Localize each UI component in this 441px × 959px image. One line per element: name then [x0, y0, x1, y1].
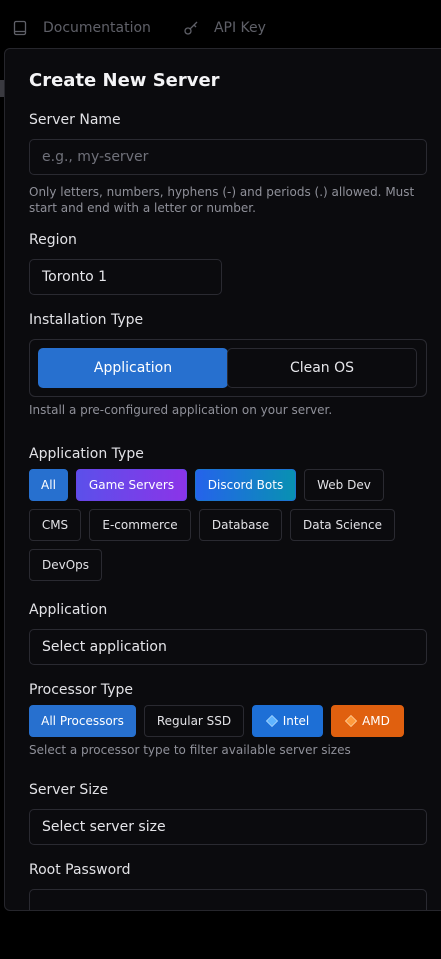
installation-type-toggle: Application Clean OS: [29, 339, 427, 397]
root-password-input[interactable]: [29, 889, 427, 910]
key-icon: [184, 21, 198, 35]
clean-os-option[interactable]: Clean OS: [227, 348, 417, 388]
chip-cms[interactable]: CMS: [29, 509, 81, 541]
installation-type-label: Installation Type: [29, 312, 144, 328]
chip-all-processors[interactable]: All Processors: [29, 705, 136, 737]
application-select[interactable]: Select application: [29, 629, 427, 665]
server-size-label: Server Size: [29, 782, 109, 798]
server-name-label: Server Name: [29, 112, 121, 128]
chip-web-dev[interactable]: Web Dev: [304, 469, 384, 501]
processor-type-label: Processor Type: [29, 682, 134, 698]
amd-diamond-icon: [345, 715, 358, 727]
server-size-select[interactable]: Select server size: [29, 809, 427, 845]
chip-regular-ssd[interactable]: Regular SSD: [144, 705, 244, 737]
chip-amd-label: AMD: [362, 714, 390, 728]
region-label: Region: [29, 232, 77, 248]
chip-devops[interactable]: DevOps: [29, 549, 102, 581]
application-option[interactable]: Application: [38, 348, 228, 388]
chip-intel-label: Intel: [282, 714, 310, 728]
chip-data-science[interactable]: Data Science: [290, 509, 395, 541]
chip-all[interactable]: All: [29, 469, 68, 501]
modal-title: Create New Server: [29, 70, 220, 91]
chip-database[interactable]: Database: [199, 509, 282, 541]
installation-type-help: Install a pre-configured application on …: [29, 403, 333, 417]
processor-type-help: Select a processor type to filter availa…: [29, 743, 351, 757]
chip-intel[interactable]: Intel: [252, 705, 323, 737]
chip-discord-bots[interactable]: Discord Bots: [195, 469, 296, 501]
create-server-modal: Create New Server Server Name e.g., my-s…: [4, 48, 441, 911]
server-name-help: Only letters, numbers, hyphens (-) and p…: [29, 185, 415, 215]
documentation-label: Documentation: [43, 20, 151, 36]
chip-game-servers[interactable]: Game Servers: [76, 469, 187, 501]
api-key-label: API Key: [213, 20, 266, 36]
region-select[interactable]: Toronto 1: [29, 259, 222, 295]
documentation-link[interactable]: Documentation: [12, 20, 151, 36]
intel-diamond-icon: [265, 715, 278, 727]
application-type-label: Application Type: [29, 446, 144, 462]
root-password-label: Root Password: [29, 862, 131, 878]
application-label: Application: [29, 602, 108, 618]
chip-e-commerce[interactable]: E-commerce: [89, 509, 191, 541]
book-icon: [13, 20, 27, 36]
api-key-link[interactable]: API Key: [183, 20, 266, 36]
server-name-input[interactable]: e.g., my-server: [29, 139, 427, 175]
chip-amd[interactable]: AMD: [331, 705, 404, 737]
